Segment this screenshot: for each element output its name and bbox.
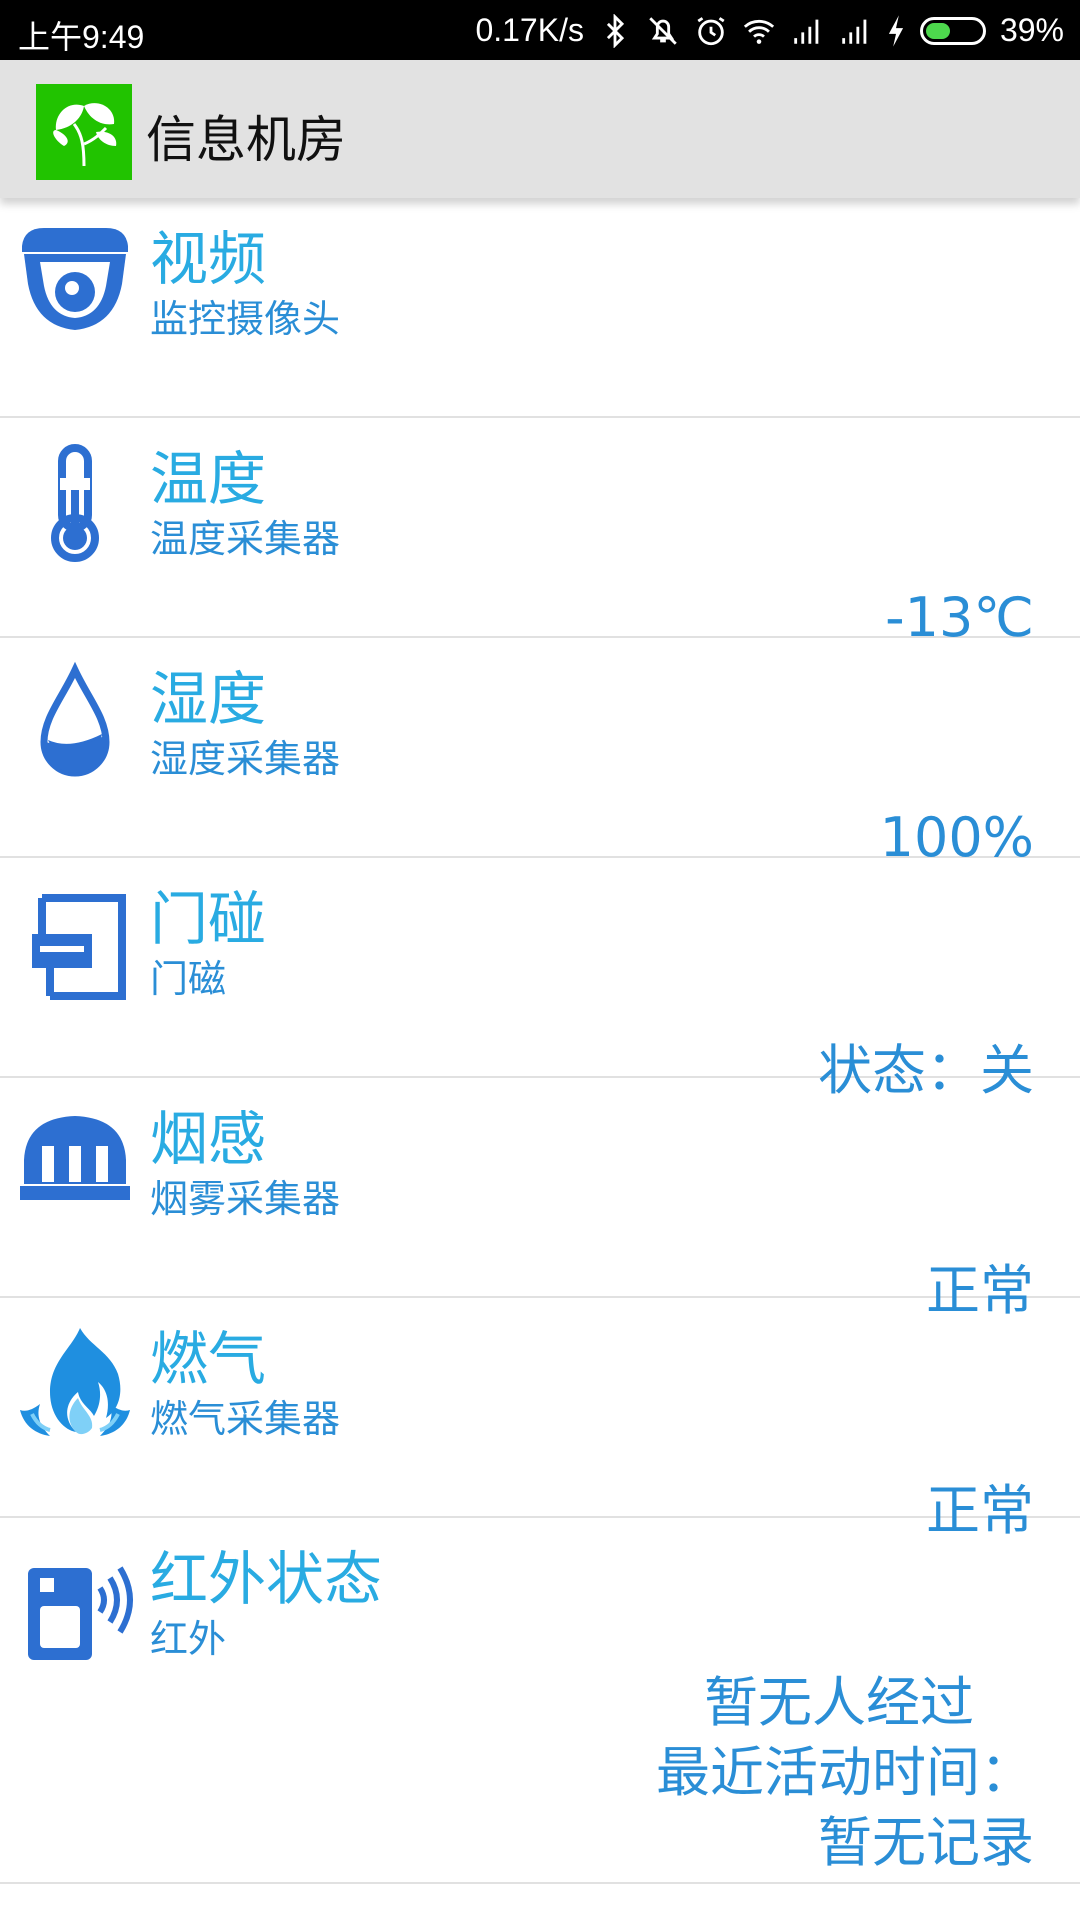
item-name: 燃气 (150, 1325, 267, 1393)
battery-percent: 39% (999, 12, 1064, 48)
water-drop-icon (40, 661, 110, 777)
item-subtitle: 烟雾采集器 (150, 1177, 341, 1221)
infrared-sensor-icon (28, 1566, 133, 1660)
list-item-infrared[interactable]: 红外状态 红外 暂无人经过 最近活动时间： 暂无记录 (0, 1518, 1080, 1884)
list-item-smoke[interactable]: 烟感 烟雾采集器 正常 (0, 1078, 1080, 1322)
signal-icon (794, 19, 819, 44)
bluetooth-icon (606, 13, 625, 48)
status-icons: 0.17K/s 39% (475, 12, 1064, 49)
list-item-door[interactable]: 门碰 门磁 状态：关 (0, 858, 1080, 1102)
infrared-status-value: 暂无人经过 最近活动时间： 暂无记录 (656, 1668, 1034, 1878)
charging-icon (888, 14, 904, 47)
item-name: 红外状态 (150, 1545, 383, 1613)
page-title: 信息机房 (146, 111, 346, 169)
signal-icon (842, 19, 867, 44)
net-speed: 0.17K/s (475, 12, 584, 48)
ginkgo-leaf-icon[interactable] (36, 84, 132, 180)
infrared-last-activity-label: 最近活动时间： (656, 1741, 1034, 1804)
gas-flame-icon (20, 1328, 130, 1436)
sensor-list: 视频 监控摄像头 温度 温度采集器 -13℃ 湿度 湿度采集器 100% 门碰 … (0, 198, 1080, 1884)
mute-icon (649, 16, 677, 45)
app-bar: 信息机房 (0, 60, 1080, 198)
alarm-icon (697, 16, 725, 45)
item-subtitle: 门磁 (150, 957, 227, 1001)
item-subtitle: 监控摄像头 (150, 297, 341, 341)
item-subtitle: 湿度采集器 (150, 737, 341, 781)
status-bar: 上午9:49 0.17K/s 39% (0, 0, 1080, 60)
smoke-detector-icon (20, 1116, 130, 1200)
item-name: 温度 (150, 445, 267, 513)
battery-icon (919, 16, 986, 45)
list-item-video[interactable]: 视频 监控摄像头 (0, 198, 1080, 418)
item-subtitle: 温度采集器 (150, 517, 341, 561)
list-item-gas[interactable]: 燃气 燃气采集器 正常 (0, 1298, 1080, 1542)
item-name: 烟感 (150, 1105, 267, 1173)
door-sensor-icon (32, 894, 126, 1000)
infrared-status-line: 暂无人经过 (704, 1671, 974, 1734)
item-name: 视频 (150, 225, 267, 293)
list-item-humidity[interactable]: 湿度 湿度采集器 100% (0, 638, 1080, 869)
camera-icon (22, 228, 128, 330)
status-time: 上午9:49 (18, 19, 145, 55)
item-subtitle: 红外 (150, 1617, 227, 1661)
item-name: 门碰 (150, 885, 267, 953)
list-item-temperature[interactable]: 温度 温度采集器 -13℃ (0, 418, 1080, 649)
wifi-icon (743, 19, 775, 44)
item-name: 湿度 (150, 665, 267, 733)
infrared-last-activity-value: 暂无记录 (818, 1811, 1034, 1874)
thermometer-icon (51, 444, 99, 562)
item-subtitle: 燃气采集器 (150, 1397, 341, 1441)
